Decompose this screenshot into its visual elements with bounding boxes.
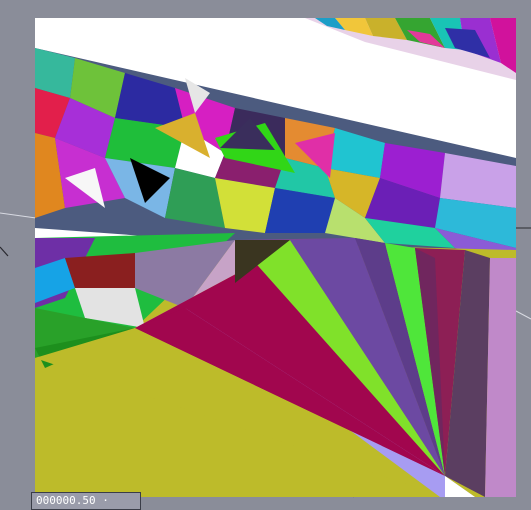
mesh-render — [35, 18, 516, 497]
frame-readout: 000000.50 · — [31, 492, 141, 510]
render-viewport[interactable] — [35, 18, 516, 497]
foreground-mesh — [35, 233, 516, 497]
